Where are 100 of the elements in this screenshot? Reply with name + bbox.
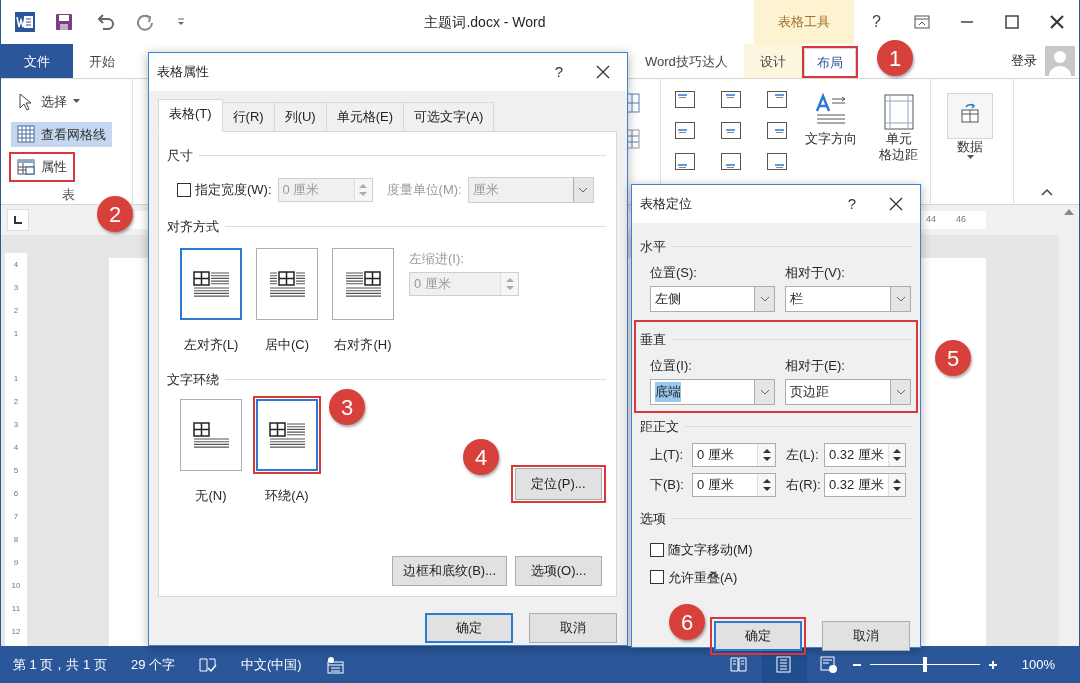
page-count: 第 1 页，共 1 页 bbox=[12, 655, 108, 674]
ruler-number: 44 bbox=[925, 213, 936, 227]
button-label: 格边距 bbox=[879, 147, 918, 164]
dialog-button[interactable]: 边框和底纹(B)... bbox=[391, 555, 507, 586]
scrollbar[interactable] bbox=[1059, 235, 1079, 646]
ruler-number: 3 bbox=[13, 419, 19, 431]
ruler-number: 11 bbox=[11, 603, 21, 615]
spin-arrows-icon bbox=[505, 277, 514, 291]
spin-button[interactable] bbox=[887, 443, 905, 466]
dialog-button[interactable]: 确定 bbox=[714, 621, 802, 651]
ruler-number: 4 bbox=[13, 259, 19, 271]
ribbon-display-icon[interactable] bbox=[913, 14, 930, 30]
macro-icon[interactable] bbox=[325, 655, 344, 674]
dropdown-field[interactable]: 底端 bbox=[650, 379, 775, 405]
cell-alignment-icon[interactable] bbox=[675, 153, 695, 170]
dialog-tab[interactable]: 表格(T) bbox=[158, 99, 223, 132]
option-label: 右对齐(H) bbox=[334, 335, 392, 354]
checkbox[interactable] bbox=[177, 183, 191, 197]
spin-arrows-icon bbox=[892, 477, 901, 492]
cell-alignment-icon[interactable] bbox=[721, 91, 741, 108]
spin-button[interactable] bbox=[887, 473, 905, 496]
window-title: 主题词.docx - Word bbox=[423, 12, 547, 32]
help-button[interactable]: ? bbox=[832, 192, 872, 216]
zoom-slider-thumb[interactable] bbox=[922, 657, 927, 672]
option-label: 居中(C) bbox=[264, 335, 309, 354]
ribbon-button[interactable]: 查看网格线 bbox=[11, 121, 112, 147]
context-tab-group-label: 表格工具 bbox=[754, 0, 854, 44]
ribbon-tab[interactable]: 开始 bbox=[73, 44, 131, 78]
ribbon-tab[interactable]: 设计 bbox=[743, 44, 802, 78]
cell-alignment-icon[interactable] bbox=[767, 122, 787, 139]
ribbon-tab[interactable]: Word技巧达人 bbox=[629, 44, 744, 78]
dialog-tab[interactable]: 可选文字(A) bbox=[403, 102, 495, 132]
dialog-button[interactable]: 取消 bbox=[529, 612, 617, 643]
collapse-ribbon-icon[interactable] bbox=[1040, 188, 1053, 196]
tab-stop-icon[interactable] bbox=[14, 216, 22, 224]
read-mode-icon[interactable] bbox=[730, 656, 749, 673]
ribbon-button[interactable]: 属性 bbox=[11, 154, 73, 180]
spin-field[interactable]: 0 厘米 bbox=[692, 472, 776, 497]
redo-icon[interactable] bbox=[135, 13, 154, 31]
checkbox-label: 指定宽度(W): bbox=[195, 181, 272, 200]
field-label: 左缩进(I): bbox=[409, 249, 465, 268]
spin-button[interactable] bbox=[757, 443, 775, 466]
dialog-button[interactable]: 取消 bbox=[822, 621, 910, 651]
checkbox[interactable] bbox=[650, 570, 664, 585]
dropdown-field[interactable]: 栏 bbox=[785, 286, 911, 312]
undo-icon[interactable] bbox=[95, 13, 116, 31]
cell-alignment-icon[interactable] bbox=[721, 153, 741, 170]
ruler-number: 46 bbox=[956, 213, 966, 227]
section-heading: 对齐方式 bbox=[167, 218, 219, 236]
sign-in-link[interactable]: 登录 bbox=[1011, 51, 1037, 71]
maximize-icon[interactable] bbox=[1003, 14, 1020, 30]
ruler-number: 12 bbox=[11, 626, 21, 638]
cell-alignment-icon[interactable] bbox=[675, 122, 695, 139]
spin-field[interactable]: 0 厘米 bbox=[692, 442, 776, 467]
close-icon[interactable] bbox=[596, 65, 610, 79]
chevron-icon bbox=[759, 389, 770, 395]
checkbox[interactable] bbox=[650, 542, 664, 557]
ribbon-button[interactable]: 单元 格边距 bbox=[873, 91, 924, 166]
option-tile[interactable] bbox=[180, 247, 242, 320]
cell-alignment-icon[interactable] bbox=[721, 122, 741, 139]
position-button[interactable]: 定位(P)... bbox=[515, 468, 602, 500]
spin-field[interactable]: 0.32 厘米 bbox=[824, 472, 906, 497]
ribbon-button[interactable]: 文字方向 bbox=[799, 91, 863, 150]
web-layout-icon[interactable] bbox=[820, 656, 839, 673]
dialog-button[interactable]: 确定 bbox=[425, 612, 513, 643]
spin-field[interactable]: 0.32 厘米 bbox=[824, 442, 906, 467]
cell-alignment-icon[interactable] bbox=[767, 153, 787, 170]
field-label: 右(R): bbox=[785, 475, 822, 494]
cell-alignment-icon[interactable] bbox=[675, 91, 695, 108]
scroll-up-icon[interactable] bbox=[1064, 209, 1074, 215]
print-layout-icon[interactable] bbox=[775, 656, 794, 673]
dialog-button[interactable]: 选项(O)... bbox=[515, 555, 602, 586]
dropdown-field[interactable]: 左侧 bbox=[650, 286, 775, 312]
dropdown-field[interactable]: 页边距 bbox=[785, 379, 911, 405]
ribbon-button[interactable]: 选择 bbox=[11, 89, 86, 115]
ruler-number: 3 bbox=[13, 282, 19, 294]
zoom-in-icon[interactable] bbox=[987, 659, 998, 670]
grid-icon bbox=[17, 125, 35, 144]
customize-caret-icon[interactable] bbox=[175, 17, 186, 27]
caret-icon bbox=[966, 155, 974, 161]
field-label: 相对于(E): bbox=[785, 356, 846, 375]
app-logo-icon[interactable] bbox=[15, 12, 35, 32]
help-button[interactable]: ? bbox=[854, 10, 899, 34]
ruler-number: 2 bbox=[13, 305, 19, 317]
zoom-level[interactable]: 100% bbox=[997, 654, 1079, 675]
cell-alignment-icon[interactable] bbox=[767, 91, 787, 108]
proofing-icon[interactable] bbox=[199, 656, 217, 673]
close-icon[interactable] bbox=[889, 197, 903, 211]
spin-arrows-icon bbox=[359, 183, 368, 197]
close-icon[interactable] bbox=[1048, 14, 1065, 30]
help-button[interactable]: ? bbox=[539, 60, 579, 84]
field-label: 位置(I): bbox=[650, 356, 693, 375]
properties-icon bbox=[17, 157, 35, 176]
option-tile[interactable] bbox=[256, 247, 318, 320]
save-icon[interactable] bbox=[55, 13, 74, 31]
spin-button[interactable] bbox=[757, 473, 775, 496]
ribbon-tab[interactable]: 文件 bbox=[1, 44, 73, 78]
option-tile[interactable] bbox=[180, 398, 242, 471]
ribbon-tab[interactable]: 布局 bbox=[803, 48, 856, 76]
option-tile[interactable] bbox=[332, 247, 394, 320]
